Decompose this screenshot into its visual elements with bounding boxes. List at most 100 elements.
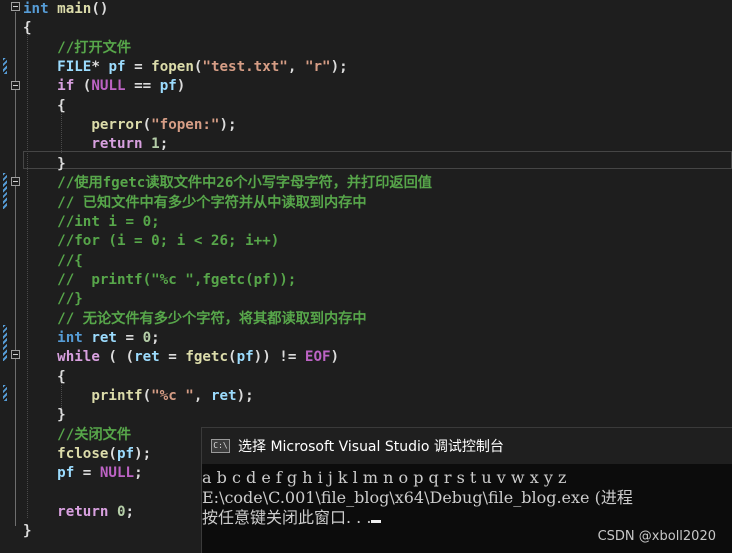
token: , xyxy=(193,388,211,404)
token: ret xyxy=(210,388,237,404)
change-marker xyxy=(3,325,7,361)
fold-toggle-while[interactable] xyxy=(11,350,20,359)
token: * xyxy=(91,59,109,76)
token: int xyxy=(23,1,49,17)
token: pf xyxy=(108,59,126,76)
token: pf xyxy=(236,349,254,366)
token: NULL xyxy=(91,78,126,95)
token: // 无论文件有多少个字符，将其都读取到内存中 xyxy=(57,310,367,327)
token: ret xyxy=(134,349,160,366)
code-line-comment-int-i[interactable]: //int i = 0; xyxy=(23,213,160,232)
code-line-fopen-line[interactable]: FILE* pf = fopen("test.txt", "r"); xyxy=(23,58,348,77)
code-line-open-brace[interactable]: { xyxy=(23,19,32,38)
token: ; xyxy=(125,504,135,521)
console-cursor xyxy=(371,520,382,523)
code-line-return-1-line[interactable]: return 1; xyxy=(23,135,168,154)
token: pf xyxy=(116,446,135,463)
console-app-icon: C:\ xyxy=(211,439,230,453)
token: while xyxy=(57,349,100,366)
token: ( xyxy=(74,78,92,95)
code-line-signature[interactable]: int main() xyxy=(23,0,108,19)
token: //} xyxy=(57,291,83,308)
token: ( xyxy=(142,117,152,134)
token: if xyxy=(57,78,75,95)
code-line-comment-printf[interactable]: // printf("%c ",fgetc(pf)); xyxy=(23,271,296,290)
token: pf xyxy=(57,465,75,482)
token: //int i = 0; xyxy=(57,213,160,230)
token: //{ xyxy=(57,252,83,269)
code-line-comment-open-file[interactable]: //打开文件 xyxy=(23,39,131,58)
token: int xyxy=(57,329,83,346)
code-line-comment-close-file[interactable]: //关闭文件 xyxy=(23,426,131,445)
token: // 已知文件中有多少个字符并从中读取到内存中 xyxy=(57,194,367,211)
token: //关闭文件 xyxy=(57,426,132,443)
fold-toggle-if[interactable] xyxy=(11,81,20,90)
code-line-comment-brace-open[interactable]: //{ xyxy=(23,252,83,271)
token: //for (i = 0; i < 26; i++) xyxy=(57,233,280,250)
code-line-return-0-line[interactable]: return 0; xyxy=(23,503,134,522)
token: ; xyxy=(159,136,169,153)
code-line-while-open-brace[interactable]: { xyxy=(23,368,66,387)
token: fgetc xyxy=(185,349,229,366)
token: 1 xyxy=(151,136,160,153)
fold-toggle-comment-block[interactable] xyxy=(11,177,20,186)
token: ); xyxy=(330,59,348,76)
token: //打开文件 xyxy=(57,39,132,56)
code-line-if-close-brace[interactable]: } xyxy=(23,155,66,174)
code-line-fclose-line[interactable]: fclose(pf); xyxy=(23,445,151,464)
code-line-close-brace[interactable]: } xyxy=(23,522,32,541)
token: printf xyxy=(91,388,143,404)
console-prompt-text: 按任意键关闭此窗口. . . xyxy=(202,508,372,527)
fold-toggle-main[interactable] xyxy=(11,2,20,11)
token: FILE xyxy=(57,59,92,76)
token: ( xyxy=(228,349,237,366)
code-line-int-ret-line[interactable]: int ret = 0; xyxy=(23,329,160,348)
token: ret xyxy=(91,329,117,346)
code-line-printf-line[interactable]: printf("%c ", ret); xyxy=(23,387,254,406)
token: pf xyxy=(159,78,177,95)
code-line-comment-brace-close[interactable]: //} xyxy=(23,290,83,309)
console-output-alphabet: a b c d e f g h i j k l m n o p q r s t … xyxy=(202,468,567,487)
code-line-while-line[interactable]: while ( (ret = fgetc(pf)) != EOF) xyxy=(23,348,339,367)
token: main xyxy=(57,1,92,17)
code-line-comment-unknown[interactable]: // 已知文件中有多少个字符并从中读取到内存中 xyxy=(23,194,367,213)
code-line-if-line[interactable]: if (NULL == pf) xyxy=(23,77,185,96)
token: "test.txt" xyxy=(202,59,288,76)
token: = xyxy=(159,349,186,366)
change-marker xyxy=(3,173,7,209)
token: ) xyxy=(330,349,340,366)
code-line-comment-fgetc[interactable]: //使用fgetc读取文件中26个小写字母字符，并打印返回值 xyxy=(23,174,432,193)
token: EOF xyxy=(304,349,331,366)
code-line-perror-line[interactable]: perror("fopen:"); xyxy=(23,116,236,135)
token: ( xyxy=(142,388,152,404)
code-line-comment-unknown-count[interactable]: // 无论文件有多少个字符，将其都读取到内存中 xyxy=(23,310,367,329)
code-line-if-open-brace[interactable]: { xyxy=(23,97,66,116)
token: ( xyxy=(108,446,117,463)
token: ; xyxy=(134,465,143,482)
console-titlebar[interactable]: C:\ 选择 Microsoft Visual Studio 调试控制台 xyxy=(202,428,732,464)
token: ; xyxy=(151,329,160,346)
token: 0 xyxy=(116,504,126,521)
token: == xyxy=(125,78,160,95)
editor-gutter xyxy=(0,0,22,552)
token: ); xyxy=(236,388,254,404)
code-line-while-close-brace[interactable]: } xyxy=(23,406,66,425)
token: fclose xyxy=(57,446,109,463)
token: { xyxy=(23,368,66,385)
console-output-exit: E:\code\C.001\file_blog\x64\Debug\file_b… xyxy=(202,488,633,507)
change-marker xyxy=(3,58,7,74)
code-line-pf-null-line[interactable]: pf = NULL; xyxy=(23,464,143,483)
token: perror xyxy=(91,117,143,134)
code-line-comment-for[interactable]: //for (i = 0; i < 26; i++) xyxy=(23,232,279,251)
token: return xyxy=(91,136,143,153)
